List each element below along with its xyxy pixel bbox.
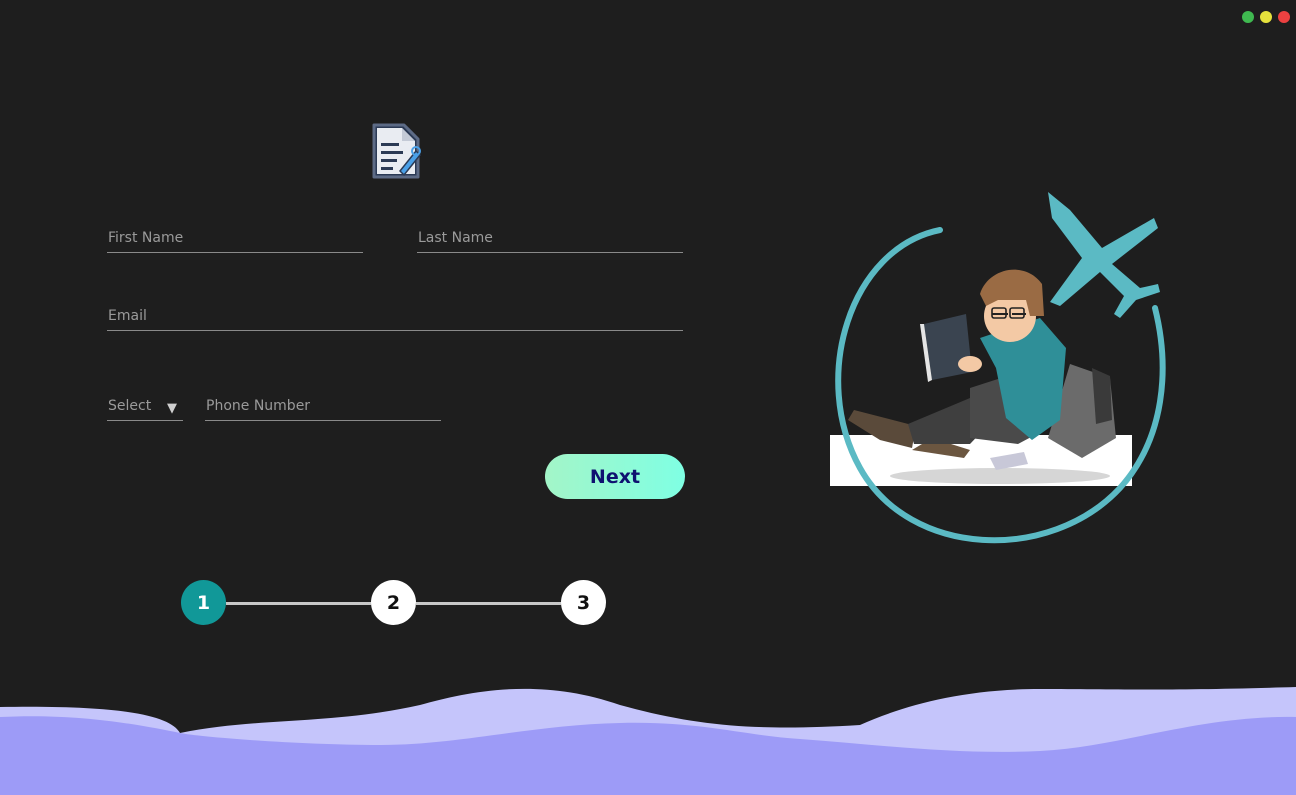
step-connector — [416, 602, 561, 605]
step-3[interactable]: 3 — [561, 580, 606, 625]
window-controls — [1242, 11, 1290, 23]
first-name-input[interactable] — [107, 226, 363, 252]
phone-number-field[interactable] — [205, 394, 441, 421]
close-button[interactable] — [1278, 11, 1290, 23]
maximize-button[interactable] — [1242, 11, 1254, 23]
country-code-label: Select — [108, 398, 152, 414]
email-input[interactable] — [107, 304, 683, 330]
minimize-button[interactable] — [1260, 11, 1272, 23]
document-edit-icon — [372, 123, 422, 179]
phone-number-input[interactable] — [205, 394, 441, 420]
step-1[interactable]: 1 — [181, 580, 226, 625]
last-name-field[interactable] — [417, 226, 683, 253]
student-reading-travel-illustration — [830, 192, 1166, 544]
step-connector — [226, 602, 371, 605]
decorative-waves — [0, 687, 1296, 795]
email-field[interactable] — [107, 304, 683, 331]
country-code-select[interactable]: Select ▼ — [107, 394, 183, 421]
step-2[interactable]: 2 — [371, 580, 416, 625]
chevron-down-icon: ▼ — [167, 401, 177, 416]
progress-stepper: 1 2 3 — [181, 580, 606, 626]
last-name-input[interactable] — [417, 226, 683, 252]
registration-page: Select ▼ Next 1 2 3 — [0, 0, 1296, 795]
next-button[interactable]: Next — [545, 454, 685, 499]
airplane-icon — [1048, 192, 1160, 318]
first-name-field[interactable] — [107, 226, 363, 253]
